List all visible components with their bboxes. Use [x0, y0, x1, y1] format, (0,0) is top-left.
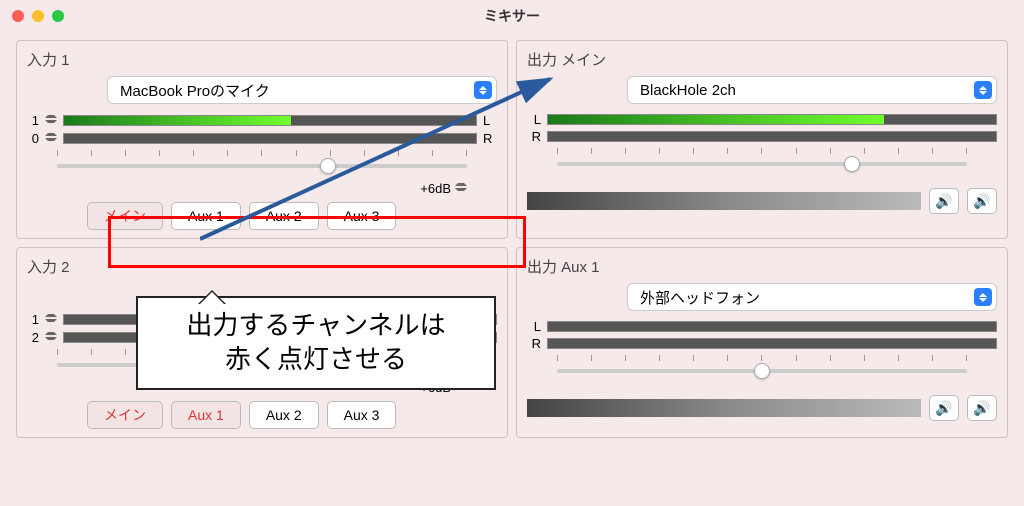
route-main-button[interactable]: メイン [87, 202, 163, 230]
route-aux1-button[interactable]: Aux 1 [171, 202, 241, 230]
panel-output-aux1: 出力 Aux 1 外部ヘッドフォン L R 🔊 🔊 [516, 247, 1008, 438]
channel-side: R [483, 131, 497, 146]
chevron-updown-icon [974, 81, 992, 99]
route-aux1-button[interactable]: Aux 1 [171, 401, 241, 429]
panel-title: 入力 2 [27, 256, 497, 277]
channel-label: 0 [27, 131, 39, 146]
chevron-updown-icon [974, 288, 992, 306]
speaker-icon[interactable]: 🔊 [929, 188, 959, 214]
window-title: ミキサー [484, 6, 540, 26]
zoom-icon[interactable] [52, 10, 64, 22]
channel-stepper[interactable] [45, 311, 57, 327]
panel-input-1: 入力 1 MacBook Proのマイク 1 L 0 R +6dB メイン Au… [16, 40, 508, 239]
output-main-device-select[interactable]: BlackHole 2ch [627, 76, 997, 104]
panel-title: 入力 1 [27, 49, 497, 70]
close-icon[interactable] [12, 10, 24, 22]
panel-title: 出力 メイン [527, 49, 997, 70]
titlebar: ミキサー [0, 0, 1024, 32]
channel-label: 1 [27, 113, 39, 128]
minimize-icon[interactable] [32, 10, 44, 22]
channel-stepper[interactable] [45, 329, 57, 345]
routing-buttons: メイン Aux 1 Aux 2 Aux 3 [27, 202, 497, 230]
callout-text: 出力するチャンネルは 赤く点灯させる [186, 309, 445, 377]
gain-value: +6dB [420, 181, 451, 196]
select-value: 外部ヘッドフォン [640, 287, 974, 308]
channel-side: R [527, 129, 541, 144]
speaker-loud-icon[interactable]: 🔊 [967, 188, 997, 214]
select-value: MacBook Proのマイク [120, 80, 474, 101]
route-aux2-button[interactable]: Aux 2 [249, 401, 319, 429]
volume-slider[interactable] [557, 355, 967, 385]
chevron-updown-icon [474, 81, 492, 99]
traffic-lights [12, 10, 64, 22]
route-aux2-button[interactable]: Aux 2 [249, 202, 319, 230]
level-meter [63, 133, 477, 144]
panel-title: 出力 Aux 1 [527, 256, 997, 277]
volume-slider[interactable] [57, 150, 467, 180]
channel-side: R [527, 336, 541, 351]
channel-stepper[interactable] [45, 130, 57, 146]
level-meter [547, 321, 997, 332]
route-aux3-button[interactable]: Aux 3 [327, 202, 397, 230]
channel-stepper[interactable] [45, 112, 57, 128]
route-aux3-button[interactable]: Aux 3 [327, 401, 397, 429]
speaker-icon[interactable]: 🔊 [929, 395, 959, 421]
output-aux1-device-select[interactable]: 外部ヘッドフォン [627, 283, 997, 311]
output-level-bar [527, 192, 921, 210]
input1-device-select[interactable]: MacBook Proのマイク [107, 76, 497, 104]
channel-side: L [483, 113, 497, 128]
level-meter [547, 131, 997, 142]
output-level-bar [527, 399, 921, 417]
channel-side: L [527, 112, 541, 127]
routing-buttons: メイン Aux 1 Aux 2 Aux 3 [27, 401, 497, 429]
route-main-button[interactable]: メイン [87, 401, 163, 429]
level-meter [547, 114, 997, 125]
select-value: BlackHole 2ch [640, 82, 974, 99]
annotation-callout: 出力するチャンネルは 赤く点灯させる [136, 296, 496, 390]
level-meter [547, 338, 997, 349]
channel-label: 1 [27, 312, 39, 327]
channel-label: 2 [27, 330, 39, 345]
volume-slider[interactable] [557, 148, 967, 178]
level-meter [63, 115, 477, 126]
speaker-loud-icon[interactable]: 🔊 [967, 395, 997, 421]
panel-output-main: 出力 メイン BlackHole 2ch L R 🔊 🔊 [516, 40, 1008, 239]
channel-side: L [527, 319, 541, 334]
gain-stepper[interactable] [455, 180, 467, 196]
